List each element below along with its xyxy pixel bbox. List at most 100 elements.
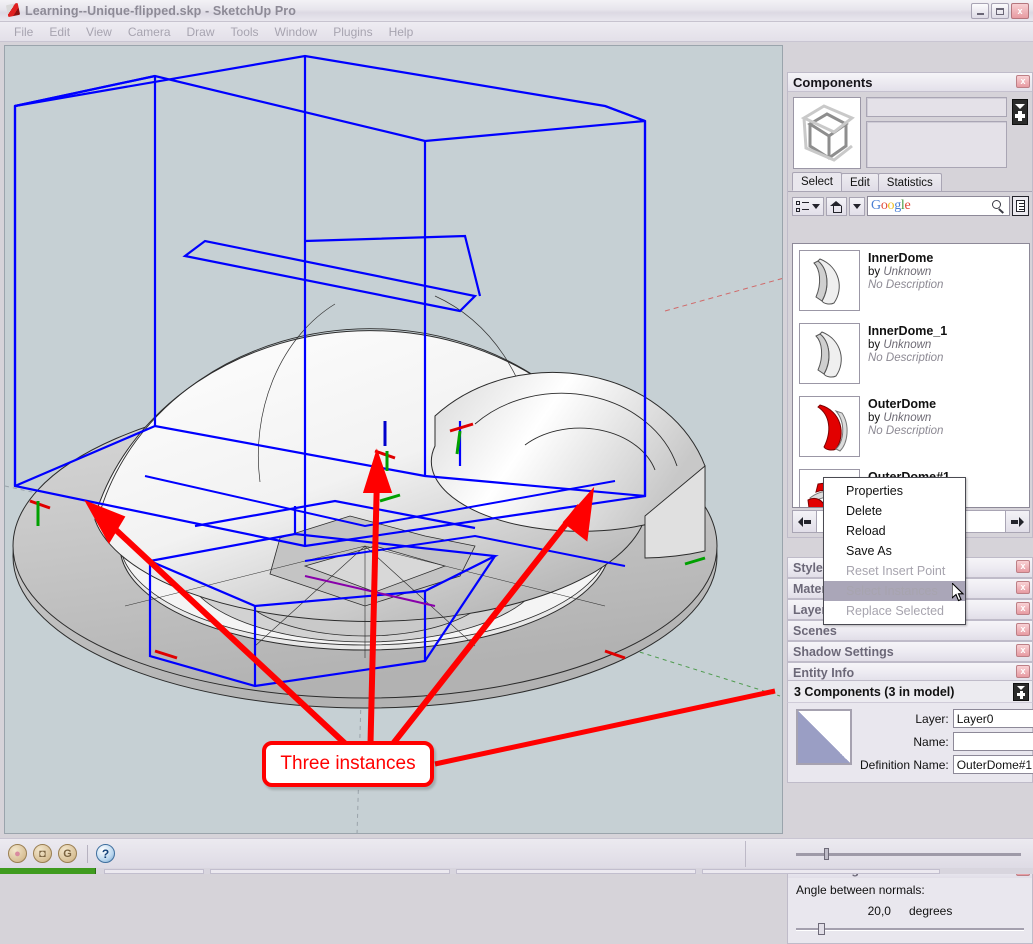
person-icon[interactable]: ◘	[33, 844, 52, 863]
menu-plugins[interactable]: Plugins	[325, 24, 380, 40]
status-divider-2	[745, 841, 746, 867]
panel-expand-icon[interactable]	[1012, 99, 1028, 125]
google-icon[interactable]: G	[58, 844, 77, 863]
angle-value: 20,0	[867, 904, 891, 918]
nav-back-button[interactable]	[792, 510, 817, 533]
angle-label: Angle between normals:	[796, 883, 925, 897]
list-item[interactable]: InnerDome_1 by Unknown No Description	[793, 317, 1029, 390]
menu-camera[interactable]: Camera	[120, 24, 179, 40]
layer-value: Layer0	[956, 711, 994, 726]
sketchup-window: Learning--Unique-flipped.skp - SketchUp …	[0, 0, 1033, 944]
ctx-properties[interactable]: Properties	[824, 481, 965, 501]
material-swatch[interactable]	[796, 709, 852, 765]
search-icon[interactable]	[992, 200, 1005, 214]
panel-label-shadow-settings: Shadow Settings	[793, 644, 894, 659]
callout-text: Three instances	[280, 753, 416, 774]
component-list[interactable]: InnerDome by Unknown No Description Inne…	[792, 243, 1030, 508]
materials-close-icon[interactable]: x	[1016, 581, 1030, 594]
component-description: No Description	[868, 352, 944, 364]
panel-header-shadow-settings[interactable]: Shadow Settings x	[787, 641, 1033, 662]
close-button[interactable]: x	[1011, 3, 1029, 19]
window-controls: x	[971, 3, 1029, 19]
list-view-icon	[796, 200, 809, 212]
title-bar: Learning--Unique-flipped.skp - SketchUp …	[0, 0, 1033, 22]
component-preview-thumbnail	[793, 97, 861, 169]
entity-info-panel: 3 Components (3 in model) Layer: Layer0 …	[787, 680, 1033, 783]
status-slider[interactable]	[796, 848, 1021, 860]
sketchup-pencil-icon	[5, 2, 21, 19]
slider-track	[796, 928, 1024, 931]
component-name-field[interactable]	[866, 97, 1007, 117]
components-preview-area	[788, 92, 1032, 173]
maximize-button[interactable]	[991, 3, 1009, 19]
component-description: No Description	[868, 425, 944, 437]
component-description-field[interactable]	[866, 121, 1007, 168]
components-panel-header: Components x	[788, 73, 1032, 92]
taskbar-item[interactable]	[456, 869, 696, 874]
help-icon[interactable]: ?	[96, 844, 115, 863]
component-description: No Description	[868, 279, 944, 291]
component-author: by Unknown	[868, 339, 932, 351]
list-item[interactable]: InnerDome by Unknown No Description	[793, 244, 1029, 317]
name-row: Name:	[860, 732, 1033, 751]
start-button[interactable]	[0, 868, 96, 874]
back-arrow-icon	[798, 516, 811, 528]
ctx-replace-selected: Replace Selected	[846, 604, 944, 618]
menu-tools[interactable]: Tools	[223, 24, 267, 40]
entity-info-expand-icon[interactable]	[1013, 683, 1029, 701]
component-name: InnerDome	[868, 251, 934, 265]
components-tabs: Select Edit Statistics	[788, 172, 1032, 192]
ctx-delete[interactable]: Delete	[824, 501, 965, 521]
menu-file[interactable]: File	[6, 24, 41, 40]
home-dropdown-button[interactable]	[849, 196, 865, 216]
status-bar: ● ◘ G ?	[0, 838, 1033, 868]
component-author: by Unknown	[868, 266, 932, 278]
status-slider-thumb[interactable]	[824, 848, 829, 860]
list-item[interactable]: OuterDome by Unknown No Description	[793, 390, 1029, 463]
component-thumbnail	[799, 250, 860, 311]
details-button[interactable]	[1012, 196, 1029, 216]
angle-slider[interactable]	[796, 923, 1024, 935]
scenes-close-icon[interactable]: x	[1016, 623, 1030, 636]
menu-edit[interactable]: Edit	[41, 24, 78, 40]
layers-close-icon[interactable]: x	[1016, 602, 1030, 615]
layer-label: Layer:	[915, 711, 949, 726]
details-icon	[1016, 200, 1025, 212]
menu-draw[interactable]: Draw	[179, 24, 223, 40]
taskbar-item[interactable]	[210, 869, 450, 874]
search-input[interactable]: Google	[867, 196, 1010, 216]
entity-info-close-icon[interactable]: x	[1016, 665, 1030, 678]
definition-input[interactable]: OuterDome#1	[952, 755, 1033, 774]
chevron-down-icon	[812, 203, 820, 209]
entity-info-body: Layer: Layer0 Name: Definition Name: Out…	[787, 702, 1033, 783]
shadow-settings-close-icon[interactable]: x	[1016, 644, 1030, 657]
panel-label-scenes: Scenes	[793, 623, 837, 638]
menu-window[interactable]: Window	[267, 24, 326, 40]
google-brand-label: Google	[871, 198, 911, 213]
status-divider	[87, 844, 88, 863]
taskbar-item[interactable]	[702, 869, 940, 874]
tab-edit[interactable]: Edit	[840, 173, 879, 191]
ctx-reload[interactable]: Reload	[824, 521, 965, 541]
styles-close-icon[interactable]: x	[1016, 560, 1030, 573]
component-context-menu[interactable]: Properties Delete Reload Save As Reset I…	[823, 477, 966, 625]
annotation-callout: Three instances	[262, 741, 434, 787]
minimize-button[interactable]	[971, 3, 989, 19]
nav-forward-button[interactable]	[1005, 510, 1030, 533]
ctx-save-as[interactable]: Save As	[824, 541, 965, 561]
components-close-icon[interactable]: x	[1016, 75, 1030, 88]
slider-thumb[interactable]	[818, 923, 825, 935]
forward-arrow-icon	[1011, 516, 1024, 528]
tab-select[interactable]: Select	[792, 172, 842, 191]
menu-bar: File Edit View Camera Draw Tools Window …	[0, 22, 1033, 42]
position-icon[interactable]: ●	[8, 844, 27, 863]
model-viewport[interactable]	[4, 45, 783, 834]
menu-help[interactable]: Help	[381, 24, 422, 40]
taskbar-item[interactable]	[104, 869, 204, 874]
layer-select[interactable]: Layer0	[952, 709, 1033, 728]
tab-statistics[interactable]: Statistics	[877, 173, 942, 191]
view-options-button[interactable]	[792, 196, 824, 216]
name-input[interactable]	[952, 732, 1033, 751]
menu-view[interactable]: View	[78, 24, 120, 40]
home-button[interactable]	[826, 196, 847, 216]
